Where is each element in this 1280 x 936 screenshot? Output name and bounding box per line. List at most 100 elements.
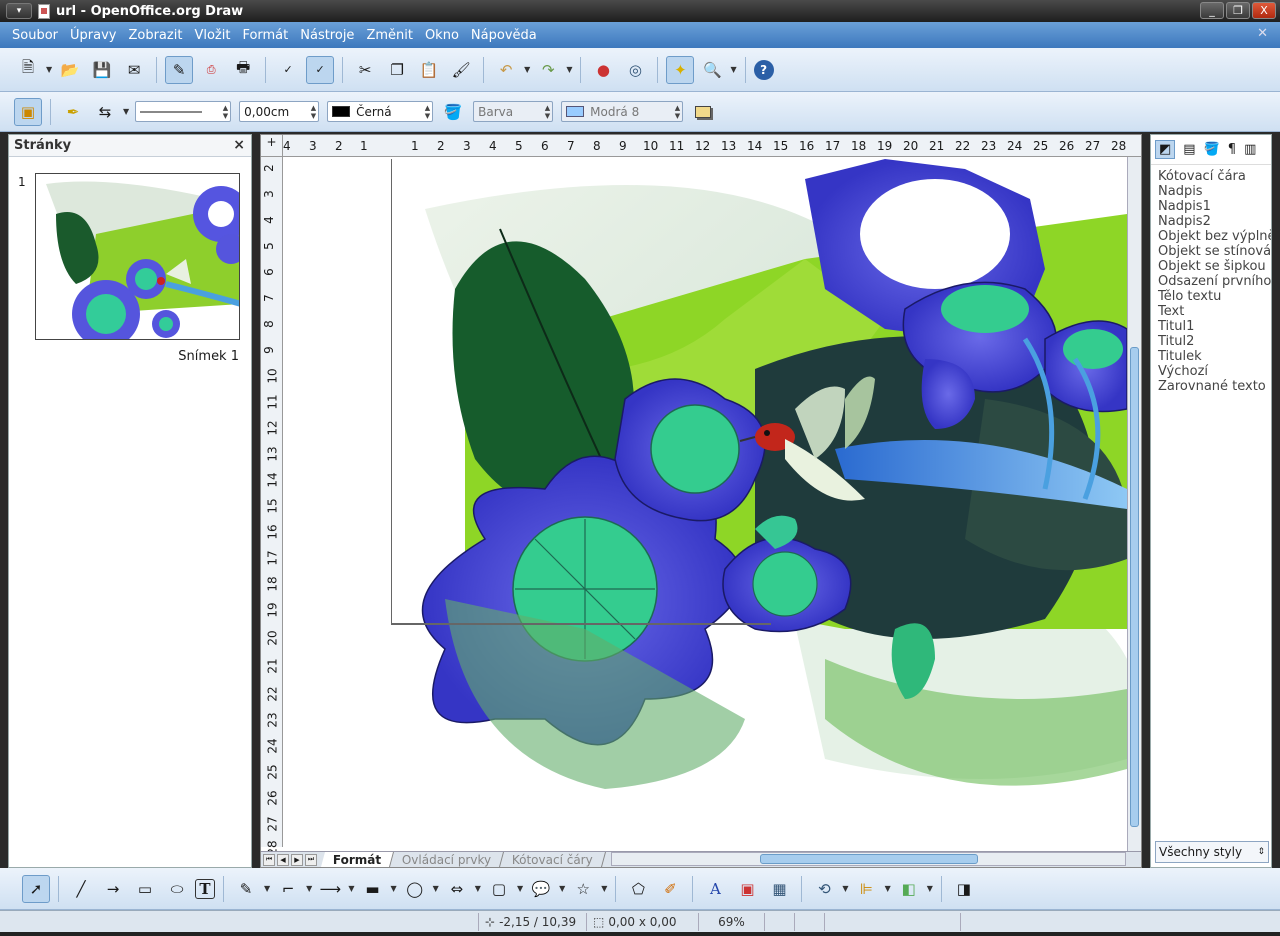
connector-dropdown-icon[interactable]: ▼	[306, 884, 312, 893]
graphics-styles-icon[interactable]: ◩	[1155, 140, 1176, 159]
undo-icon[interactable]: ↶	[492, 56, 520, 84]
horizontal-ruler[interactable]: 4 3 2 1 1 2 3 4 5 6 7 8 9 10 11 12 13 14…	[283, 135, 1141, 157]
tab-dimension-lines[interactable]: Kótovací čáry	[500, 852, 607, 867]
block-arrows-icon[interactable]: ⇔	[443, 875, 471, 903]
open-folder-icon[interactable]: 📂	[56, 56, 84, 84]
rectangle-tool-icon[interactable]: ▭	[131, 875, 159, 903]
last-tab-icon[interactable]: ⏭	[305, 853, 317, 866]
first-tab-icon[interactable]: ⏮	[263, 853, 275, 866]
style-item[interactable]: Nadpis2	[1158, 214, 1271, 229]
style-item[interactable]: Titul1	[1158, 319, 1271, 334]
connector-tool-icon[interactable]: ⌐	[274, 875, 302, 903]
alignment-dropdown-icon[interactable]: ▼	[885, 884, 891, 893]
new-style-icon[interactable]: ¶	[1228, 142, 1236, 157]
cut-icon[interactable]: ✂	[351, 56, 379, 84]
export-pdf-icon[interactable]: ⎙	[197, 56, 225, 84]
redo-icon[interactable]: ↷	[534, 56, 562, 84]
line-style-select[interactable]: ▲ ▼	[135, 101, 232, 122]
line-color-select[interactable]: Černá ▲ ▼	[327, 101, 434, 122]
menu-napoveda[interactable]: Nápověda	[471, 28, 537, 43]
menu-okno[interactable]: Okno	[425, 28, 459, 43]
vertical-ruler[interactable]: 2 3 4 5 6 7 8 9 10 11 12 13 14 15 16 17 …	[261, 157, 283, 856]
horizontal-scroll-thumb[interactable]	[760, 854, 978, 864]
format-paintbrush-icon[interactable]: 🖌	[447, 56, 475, 84]
minimize-button[interactable]: _	[1200, 2, 1224, 19]
style-item[interactable]: Objekt se stínová	[1158, 244, 1271, 259]
stars-dropdown-icon[interactable]: ▼	[601, 884, 607, 893]
menu-nastroje[interactable]: Nástroje	[300, 28, 354, 43]
callouts-icon[interactable]: 💬	[527, 875, 555, 903]
fill-type-select[interactable]: Barva ▲ ▼	[473, 101, 554, 122]
lines-arrows-dropdown-icon[interactable]: ▼	[348, 884, 354, 893]
arrow-style-dropdown-icon[interactable]: ▼	[123, 107, 129, 116]
fontwork-icon[interactable]: A	[701, 875, 729, 903]
alignment-icon[interactable]: ⊫	[853, 875, 881, 903]
copy-icon[interactable]: ❐	[383, 56, 411, 84]
circles-dropdown-icon[interactable]: ▼	[433, 884, 439, 893]
next-tab-icon[interactable]: ▶	[291, 853, 303, 866]
style-item[interactable]: Text	[1158, 304, 1271, 319]
ruler-corner[interactable]: +	[261, 135, 283, 157]
email-icon[interactable]: ✉	[120, 56, 148, 84]
new-dropdown-icon[interactable]: ▼	[46, 65, 52, 74]
close-document-icon[interactable]: ✕	[1257, 26, 1268, 41]
line-tool-icon[interactable]: ╱	[67, 875, 95, 903]
callouts-dropdown-icon[interactable]: ▼	[559, 884, 565, 893]
flowchart-dropdown-icon[interactable]: ▼	[517, 884, 523, 893]
autospellcheck-icon[interactable]: ✓	[306, 55, 335, 84]
close-window-button[interactable]: X	[1252, 2, 1276, 19]
vertical-scroll-thumb[interactable]	[1130, 347, 1139, 827]
horizontal-scrollbar[interactable]	[611, 852, 1126, 866]
presentation-styles-icon[interactable]: ▤	[1183, 142, 1195, 157]
ellipse-tool-icon[interactable]: ⬭	[163, 875, 191, 903]
style-item[interactable]: Odsazení prvního	[1158, 274, 1271, 289]
chart-icon[interactable]: ●	[589, 56, 617, 84]
rectangles-tool-icon[interactable]: ▬	[358, 875, 386, 903]
style-item[interactable]: Nadpis	[1158, 184, 1271, 199]
insert-frame-icon[interactable]: ▦	[765, 875, 793, 903]
edit-points-icon[interactable]: ⬠	[624, 875, 652, 903]
zoom-readout[interactable]: 69%	[698, 912, 764, 931]
update-style-icon[interactable]: ▥	[1244, 142, 1256, 157]
redo-dropdown-icon[interactable]: ▼	[566, 65, 572, 74]
extrusion-icon[interactable]: ◨	[950, 875, 978, 903]
spellcheck-icon[interactable]: ✓	[274, 56, 302, 84]
arrow-style-icon[interactable]: ⇆	[91, 98, 119, 126]
circles-tool-icon[interactable]: ◯	[401, 875, 429, 903]
select-arrow-icon[interactable]: ➚	[22, 874, 50, 903]
menu-format[interactable]: Formát	[242, 28, 288, 43]
zoom-dropdown-icon[interactable]: ▼	[730, 65, 736, 74]
drawing-page[interactable]	[285, 159, 1127, 847]
prev-tab-icon[interactable]: ◀	[277, 853, 289, 866]
points-icon[interactable]: ✦	[666, 55, 695, 84]
style-window-icon[interactable]: ▣	[14, 97, 42, 126]
rotate-icon[interactable]: ⟲	[810, 875, 838, 903]
block-arrows-dropdown-icon[interactable]: ▼	[475, 884, 481, 893]
style-item[interactable]: Zarovnané texto	[1158, 379, 1271, 394]
menu-zmenit[interactable]: Změnit	[366, 28, 413, 43]
undo-dropdown-icon[interactable]: ▼	[524, 65, 530, 74]
tab-controls[interactable]: Ovládací prvky	[390, 852, 505, 867]
style-item[interactable]: Objekt bez výplně	[1158, 229, 1271, 244]
style-item[interactable]: Tělo textu	[1158, 289, 1271, 304]
tab-format[interactable]: Formát	[320, 852, 395, 867]
rotate-dropdown-icon[interactable]: ▼	[842, 884, 848, 893]
menu-zobrazit[interactable]: Zobrazit	[128, 28, 182, 43]
save-icon[interactable]: 💾	[88, 56, 116, 84]
style-item[interactable]: Objekt se šipkou	[1158, 259, 1271, 274]
menu-upravy[interactable]: Úpravy	[70, 28, 116, 43]
area-fill-icon[interactable]: 🪣	[439, 98, 467, 126]
fill-format-mode-icon[interactable]: 🪣	[1204, 142, 1220, 157]
style-item[interactable]: Titul2	[1158, 334, 1271, 349]
new-document-icon[interactable]: 🗎	[14, 56, 42, 84]
flowchart-icon[interactable]: ▢	[485, 875, 513, 903]
stars-icon[interactable]: ☆	[569, 875, 597, 903]
print-icon[interactable]: 🖶	[229, 56, 257, 84]
vertical-scrollbar[interactable]	[1127, 157, 1141, 853]
text-tool-icon[interactable]: T	[195, 878, 215, 899]
style-item[interactable]: Nadpis1	[1158, 199, 1271, 214]
insert-image-icon[interactable]: ▣	[733, 875, 761, 903]
menu-soubor[interactable]: Soubor	[12, 28, 58, 43]
arrange-dropdown-icon[interactable]: ▼	[927, 884, 933, 893]
glue-points-icon[interactable]: ✐	[656, 875, 684, 903]
